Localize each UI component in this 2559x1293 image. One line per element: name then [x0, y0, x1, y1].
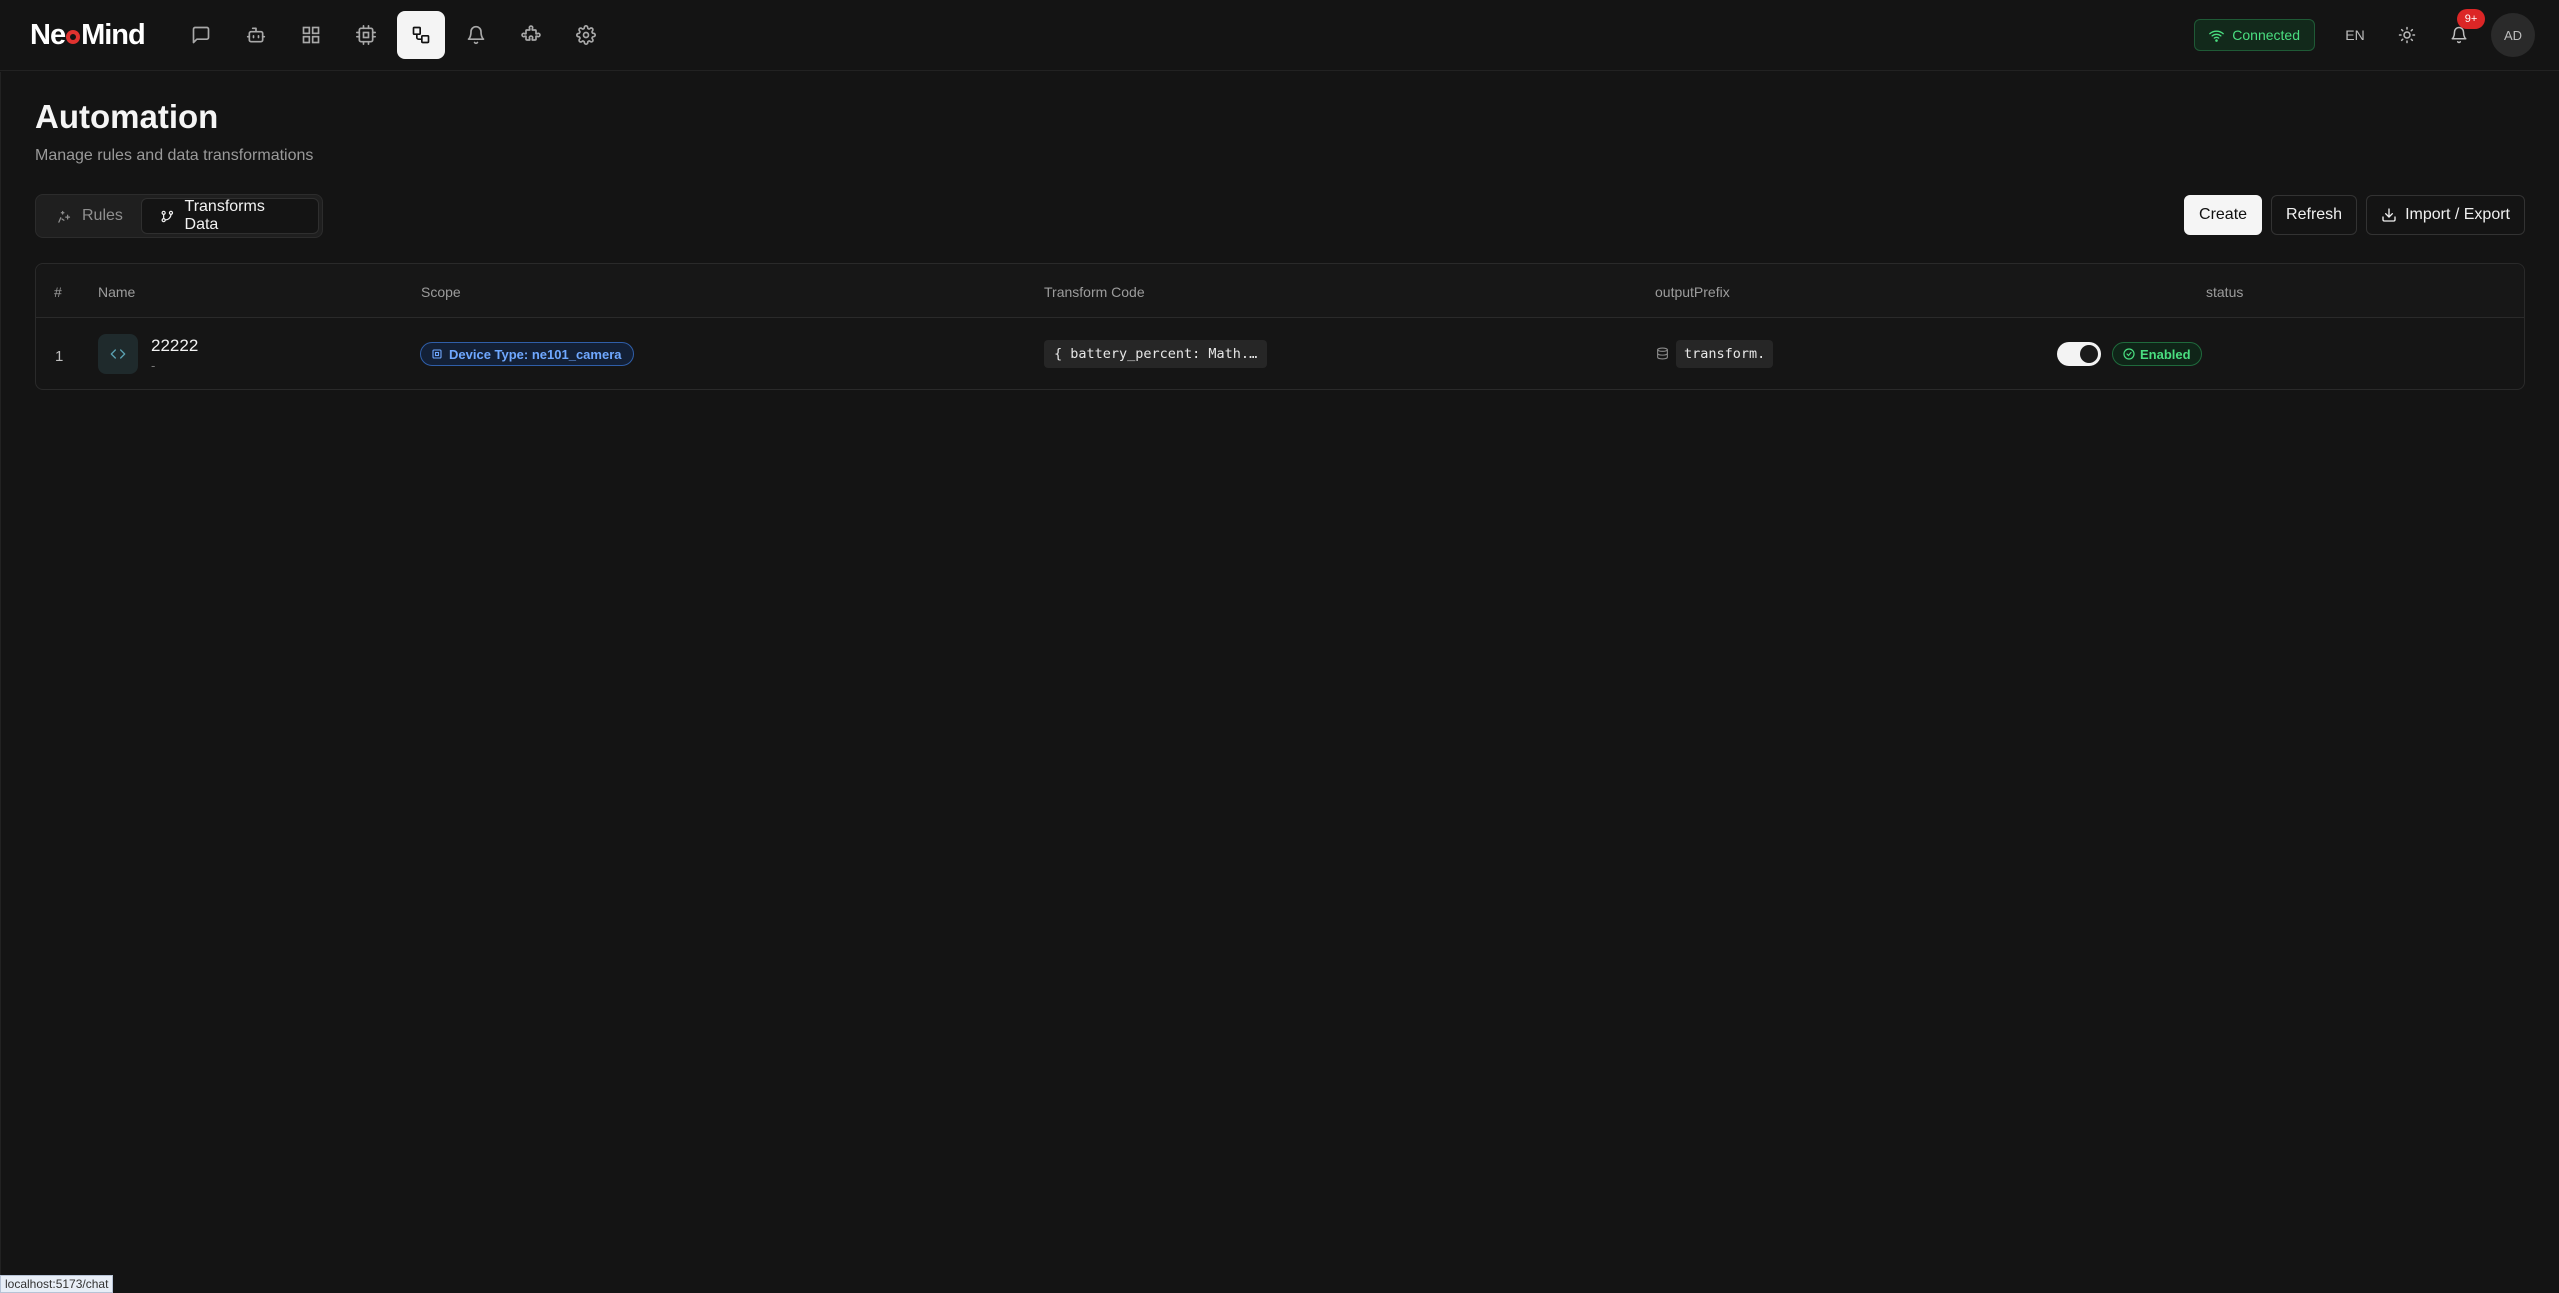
- notifications-count-badge: 9+: [2457, 9, 2485, 29]
- page-subtitle: Manage rules and data transformations: [35, 147, 314, 164]
- avatar[interactable]: AD: [2491, 13, 2535, 57]
- status-label: Enabled: [2140, 346, 2191, 362]
- connection-status-badge[interactable]: Connected: [2194, 19, 2315, 51]
- git-branch-icon: [161, 210, 173, 222]
- output-prefix-value: transform.: [1676, 340, 1774, 368]
- column-header-status: status: [2206, 284, 2244, 300]
- tab-rules-label: Rules: [82, 207, 123, 224]
- left-border: [0, 72, 1, 1293]
- table-header: # Name Scope Transform Code outputPrefix…: [36, 264, 2524, 318]
- nav-agents[interactable]: [232, 11, 280, 59]
- import-export-label: Import / Export: [2405, 206, 2510, 223]
- table-row[interactable]: 1 22222 - Device Type: ne101_camera { ba…: [36, 318, 2524, 390]
- main-nav: [177, 11, 610, 59]
- column-header-transform-code: Transform Code: [1044, 284, 1145, 300]
- check-circle-icon: [2123, 348, 2135, 360]
- scope-label: Device Type: ne101_camera: [449, 346, 622, 362]
- enabled-toggle[interactable]: [2057, 342, 2101, 366]
- automation-tabs: Rules Transforms Data: [35, 194, 323, 238]
- wifi-icon: [2209, 29, 2225, 42]
- status-url: localhost:5173/chat: [5, 1277, 109, 1291]
- nav-alerts[interactable]: [452, 11, 500, 59]
- nav-plugins[interactable]: [507, 11, 555, 59]
- logo-text-left: Ne: [30, 18, 66, 51]
- device-chip-icon: [432, 349, 442, 359]
- browser-status-bar: localhost:5173/chat: [0, 1275, 114, 1293]
- tab-rules[interactable]: Rules: [39, 198, 141, 234]
- column-header-scope: Scope: [421, 284, 461, 300]
- page-title: Automation: [35, 98, 219, 135]
- page-actions: Create Refresh Import / Export: [2184, 195, 2525, 235]
- toggle-knob: [2080, 345, 2098, 363]
- devices-icon: [356, 25, 376, 45]
- puzzle-icon: [521, 25, 541, 41]
- status-badge: Enabled: [2112, 342, 2202, 366]
- column-header-number: #: [54, 284, 62, 300]
- column-header-output-prefix: outputPrefix: [1655, 284, 1730, 300]
- dashboard-icon: [302, 26, 320, 44]
- sparkles-icon: [58, 210, 71, 223]
- language-label: EN: [2345, 27, 2365, 43]
- theme-toggle[interactable]: [2381, 11, 2433, 59]
- row-number: 1: [55, 348, 64, 365]
- chat-icon: [192, 26, 210, 44]
- transforms-table: # Name Scope Transform Code outputPrefix…: [35, 263, 2525, 390]
- nav-chat[interactable]: [177, 11, 225, 59]
- create-button[interactable]: Create: [2184, 195, 2263, 235]
- nav-devices[interactable]: [342, 11, 390, 59]
- create-button-label: Create: [2199, 206, 2248, 223]
- right-toolbar: Connected EN 9+ AD: [2194, 9, 2535, 59]
- bot-icon: [246, 27, 266, 43]
- top-navbar: Ne Mind Connected EN 9+ AD: [0, 0, 2559, 71]
- refresh-button-label: Refresh: [2286, 206, 2343, 223]
- column-header-name: Name: [98, 284, 136, 300]
- bell-icon: [467, 25, 485, 45]
- import-export-button[interactable]: Import / Export: [2366, 195, 2525, 235]
- tab-transforms-label: Transforms Data: [184, 198, 265, 233]
- transform-code-preview: { battery_percent: Math.…: [1044, 340, 1268, 368]
- nav-dashboard[interactable]: [287, 11, 335, 59]
- scope-badge: Device Type: ne101_camera: [420, 342, 635, 366]
- app-logo[interactable]: Ne Mind: [30, 18, 146, 52]
- logo-text-right: Mind: [81, 18, 146, 51]
- gear-icon: [576, 25, 596, 45]
- language-switch[interactable]: EN: [2329, 11, 2381, 59]
- download-icon: [2382, 208, 2396, 222]
- refresh-button[interactable]: Refresh: [2271, 195, 2358, 235]
- logo-dot-icon: [66, 30, 81, 44]
- database-icon: [1656, 347, 1669, 360]
- notifications-button[interactable]: 9+: [2433, 9, 2485, 59]
- sun-icon: [2398, 26, 2416, 44]
- code-icon: [98, 334, 138, 374]
- automation-icon: [412, 26, 430, 44]
- nav-settings[interactable]: [562, 11, 610, 59]
- transform-description: -: [151, 358, 156, 373]
- tab-transforms-data[interactable]: Transforms Data: [140, 198, 319, 234]
- connection-status-label: Connected: [2232, 27, 2300, 43]
- nav-automation[interactable]: [397, 11, 445, 59]
- transform-name[interactable]: 22222: [151, 336, 198, 356]
